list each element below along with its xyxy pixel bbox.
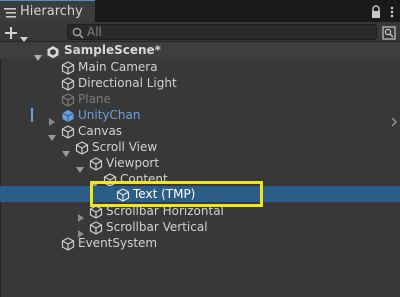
gameobject-icon (61, 92, 75, 107)
tree-item-canvas[interactable]: Canvas (0, 123, 400, 141)
tree-item-viewport[interactable]: Viewport (0, 155, 400, 173)
chevron-down-icon[interactable] (48, 127, 56, 141)
gameobject-icon (61, 124, 75, 139)
tab-bar: Hierarchy (0, 0, 400, 22)
tree-item-label: Scrollbar Vertical (106, 220, 208, 234)
tree-item-label: Scroll View (92, 140, 158, 154)
gameobject-icon (75, 140, 89, 155)
gameobject-icon (61, 76, 75, 91)
chevron-right-icon[interactable] (390, 111, 398, 127)
chevron-down-icon[interactable] (34, 47, 42, 61)
search-options-icon[interactable] (382, 25, 396, 40)
tree-item-scrollbar-vertical[interactable]: Scrollbar Vertical (0, 219, 400, 238)
tree-item-scroll-view[interactable]: Scroll View (0, 139, 400, 157)
chevron-down-icon[interactable] (62, 143, 70, 157)
plus-icon (4, 25, 18, 39)
search-icon (71, 25, 85, 39)
search-field[interactable] (67, 24, 377, 40)
unity-logo-icon (46, 44, 60, 59)
tree-item-unitychan[interactable]: UnityChan (0, 107, 400, 127)
search-input[interactable] (85, 25, 367, 39)
more-icon[interactable] (390, 4, 394, 18)
tree-item-scrollbar-horizontal[interactable]: Scrollbar Horizontal (0, 203, 400, 222)
chevron-right-icon[interactable] (48, 111, 56, 126)
tree-item-plane[interactable]: Plane (0, 91, 400, 107)
tab-hierarchy[interactable]: Hierarchy (0, 0, 95, 22)
tree-item-label: Canvas (78, 124, 123, 138)
gameobject-icon (89, 156, 103, 171)
hierarchy-icon (3, 5, 17, 19)
prefab-icon (61, 108, 75, 122)
scene-name: SampleScene* (64, 43, 161, 57)
tree-item-directional-light[interactable]: Directional Light (0, 75, 400, 91)
tree-item-eventsystem[interactable]: EventSystem (0, 235, 400, 251)
tab-title: Hierarchy (20, 4, 83, 19)
tree-item-label: Plane (78, 92, 111, 106)
chevron-right-icon[interactable] (77, 223, 85, 238)
tree-item-label: Directional Light (78, 76, 177, 90)
chevron-down-icon[interactable] (76, 159, 84, 173)
gameobject-icon (89, 204, 103, 219)
gameobject-icon (89, 220, 103, 235)
tree-item-label: Main Camera (78, 60, 158, 74)
chevron-right-icon[interactable] (77, 207, 85, 222)
gameobject-icon (61, 236, 75, 251)
tree-item-label: EventSystem (78, 236, 158, 250)
lock-icon[interactable] (370, 4, 382, 18)
gameobject-icon (61, 60, 75, 75)
scene-row[interactable]: SampleScene* (0, 42, 400, 61)
hierarchy-toolbar (0, 22, 400, 42)
add-button[interactable] (4, 23, 32, 42)
tree-item-label: Viewport (106, 156, 160, 170)
tree-item-main-camera[interactable]: Main Camera (0, 59, 400, 75)
dropdown-icon (20, 28, 28, 42)
tree-item-label: UnityChan (78, 108, 141, 122)
tree-item-label: Scrollbar Horizontal (106, 204, 224, 218)
prefab-marker (31, 108, 33, 122)
